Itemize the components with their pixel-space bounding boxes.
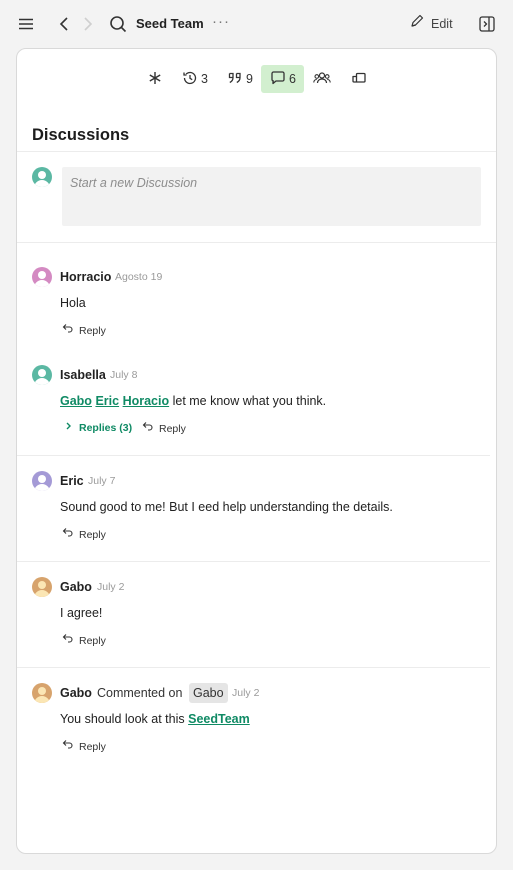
comment-author[interactable]: Horracio [60,269,111,285]
toggle-sidebar-icon[interactable] [479,16,495,32]
back-icon[interactable] [58,16,70,32]
divider [17,667,490,668]
reply-icon [62,633,73,648]
comment-text: You should look at this SeedTeam [60,710,250,728]
avatar [32,683,52,703]
versions-count: 3 [201,72,208,86]
document-link[interactable]: SeedTeam [188,712,250,726]
replies-label: Replies (3) [79,422,133,434]
reply-icon [142,421,153,436]
reply-button[interactable]: Reply [62,527,106,542]
document-title[interactable]: Seed Team [136,14,204,34]
documents-icon [351,70,367,89]
users-icon [313,70,331,89]
comment-date: July 7 [88,475,116,487]
reply-icon [62,323,73,338]
tab-activity[interactable] [147,65,163,93]
comment-text: Sound good to me! But I eed help underst… [60,500,393,514]
quote-icon [227,70,243,89]
tab-citations[interactable]: 9 [227,65,253,93]
comment-date: July 8 [110,369,138,381]
comment-action: Commented on [97,686,183,700]
comment-author[interactable]: Gabo [60,579,92,595]
tab-discussions[interactable]: 6 [261,65,304,93]
tab-collaborators[interactable] [313,65,331,93]
comment-icon [270,70,286,89]
top-bar: Seed Team ··· Edit [0,0,513,48]
comment-text: I agree! [60,606,103,620]
comment-date: July 2 [97,581,125,593]
asterisk-icon [147,70,163,89]
comment-author[interactable]: Isabella [60,367,106,383]
divider [17,151,496,152]
menu-icon[interactable] [18,16,34,32]
comment-author[interactable]: Eric [60,473,84,489]
comment-author[interactable]: Gabo [60,685,92,701]
reply-label: Reply [79,740,106,753]
reply-label: Reply [79,528,106,541]
avatar [32,471,52,491]
more-options-button[interactable]: ··· [212,12,230,32]
reply-button[interactable]: Reply [62,323,106,338]
mention-link[interactable]: Eric [95,394,119,408]
replies-toggle[interactable]: Replies (3) [65,421,132,435]
pencil-icon [410,14,424,34]
avatar [32,267,52,287]
search-icon[interactable] [109,15,127,33]
comment-text: Hola [60,296,86,310]
citations-count: 9 [246,72,253,86]
mention-link[interactable]: Gabo [60,394,92,408]
history-icon [182,70,198,89]
edit-button[interactable]: Edit [410,14,453,34]
comment-date: July 2 [232,687,260,699]
tab-versions[interactable]: 3 [182,65,208,93]
reply-label: Reply [79,324,106,337]
divider [17,242,496,243]
comment-body: let me know what you think. [172,394,327,408]
reply-icon [62,527,73,542]
divider [17,561,490,562]
mention-link[interactable]: Horacio [123,394,170,408]
comment-target-chip[interactable]: Gabo [189,683,228,703]
reply-icon [62,739,73,754]
comment-body: You should look at this [60,712,185,726]
reply-button[interactable]: Reply [62,739,106,754]
reply-button[interactable]: Reply [142,421,186,436]
tab-documents[interactable] [351,65,367,93]
reply-button[interactable]: Reply [62,633,106,648]
comment-date: Agosto 19 [115,271,163,283]
discussions-heading: Discussions [32,126,130,144]
new-discussion-input[interactable]: Start a new Discussion [62,167,481,226]
edit-label: Edit [431,17,453,31]
forward-icon[interactable] [82,16,94,32]
discussions-panel: 3 9 6 Discussions Start a new Discussion… [16,48,497,854]
discussions-count: 6 [289,72,296,86]
chevron-right-icon [65,421,73,435]
avatar [32,577,52,597]
divider [17,455,490,456]
reply-label: Reply [159,422,186,435]
reply-label: Reply [79,634,106,647]
avatar [32,167,52,187]
comment-text: Gabo Eric Horacio let me know what you t… [60,392,326,410]
avatar [32,365,52,385]
